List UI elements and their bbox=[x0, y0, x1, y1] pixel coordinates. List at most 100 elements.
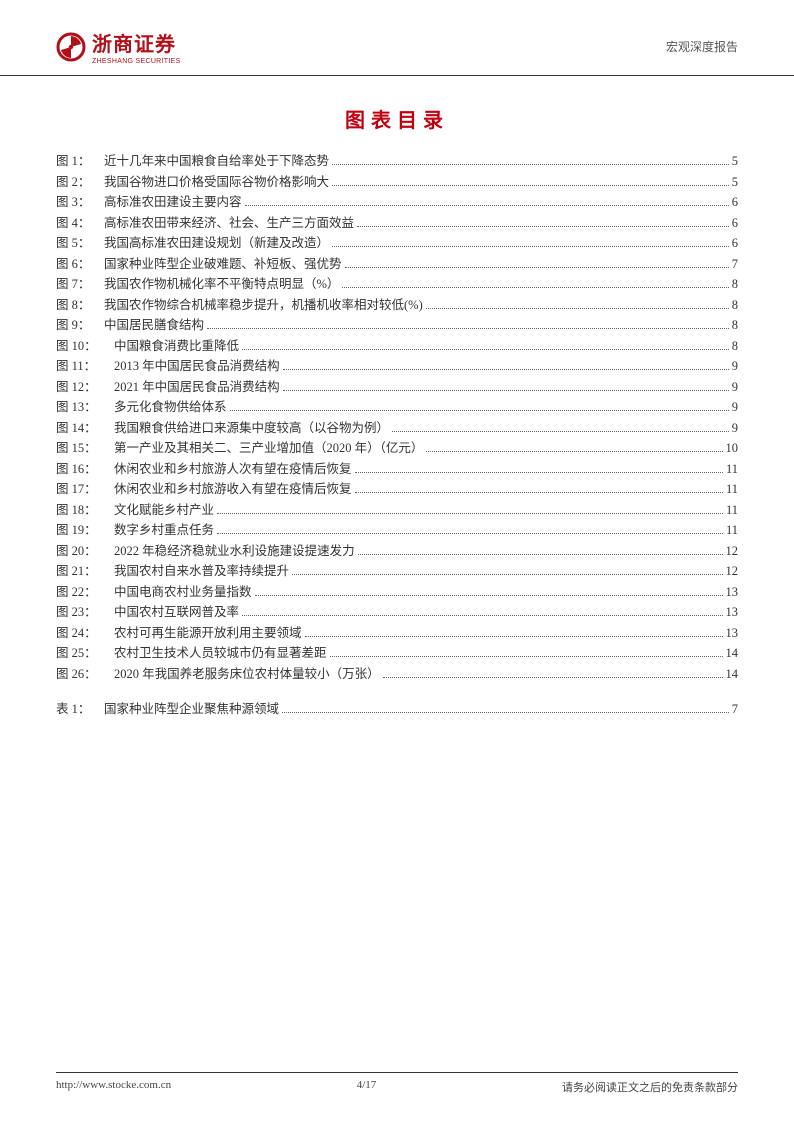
toc-label: 图 4： bbox=[56, 217, 104, 230]
toc-entry: 图 18：文化赋能乡村产业11 bbox=[56, 504, 738, 517]
page-footer: http://www.stocke.com.cn 4/17 请务必阅读正文之后的… bbox=[56, 1072, 738, 1095]
toc-entry: 图 22：中国电商农村业务量指数13 bbox=[56, 586, 738, 599]
toc-page: 9 bbox=[732, 381, 738, 394]
footer-url: http://www.stocke.com.cn bbox=[56, 1079, 171, 1095]
toc-label: 图 22： bbox=[56, 586, 104, 599]
footer-page-number: 4/17 bbox=[357, 1079, 377, 1095]
toc-text: 第一产业及其相关二、三产业增加值（2020 年）（亿元） bbox=[114, 442, 423, 455]
toc-page: 6 bbox=[732, 196, 738, 209]
toc-entry: 图 6：国家种业阵型企业破难题、补短板、强优势7 bbox=[56, 258, 738, 271]
toc-text: 中国电商农村业务量指数 bbox=[114, 586, 252, 599]
toc-leader-dots bbox=[383, 677, 723, 678]
logo-icon bbox=[56, 32, 86, 62]
toc-entry: 图 25：农村卫生技术人员较城市仍有显著差距14 bbox=[56, 647, 738, 660]
toc-page: 11 bbox=[726, 524, 738, 537]
page-header: 浙商证券 ZHESHANG SECURITIES 宏观深度报告 bbox=[0, 0, 794, 76]
toc-entry: 图 10：中国粮食消费比重降低8 bbox=[56, 340, 738, 353]
toc-leader-dots bbox=[332, 164, 729, 165]
toc-page: 6 bbox=[732, 237, 738, 250]
toc-entry: 图 13：多元化食物供给体系9 bbox=[56, 401, 738, 414]
toc-leader-dots bbox=[426, 451, 722, 452]
toc-leader-dots bbox=[207, 328, 729, 329]
toc-title: 图表目录 bbox=[0, 104, 794, 133]
toc-page: 10 bbox=[726, 442, 739, 455]
toc-page: 9 bbox=[732, 422, 738, 435]
toc-page: 12 bbox=[726, 545, 739, 558]
toc-text: 我国农作物机械化率不平衡特点明显（%） bbox=[104, 278, 339, 291]
toc-page: 11 bbox=[726, 463, 738, 476]
toc-label: 图 25： bbox=[56, 647, 104, 660]
toc-label: 图 24： bbox=[56, 627, 104, 640]
toc-label: 图 14： bbox=[56, 422, 104, 435]
toc-leader-dots bbox=[355, 492, 723, 493]
toc-entry: 图 26：2020 年我国养老服务床位农村体量较小（万张）14 bbox=[56, 668, 738, 681]
report-type: 宏观深度报告 bbox=[666, 38, 738, 55]
toc-text: 2013 年中国居民食品消费结构 bbox=[114, 360, 280, 373]
toc-label: 图 19： bbox=[56, 524, 104, 537]
toc-label: 图 17： bbox=[56, 483, 104, 496]
toc-entry: 图 24：农村可再生能源开放利用主要领域13 bbox=[56, 627, 738, 640]
toc-page: 9 bbox=[732, 401, 738, 414]
toc-entry: 图 15： 第一产业及其相关二、三产业增加值（2020 年）（亿元） 10 bbox=[56, 442, 738, 455]
toc-text: 高标准农田建设主要内容 bbox=[104, 196, 242, 209]
toc-page: 7 bbox=[732, 703, 738, 716]
table-list: 表 1：国家种业阵型企业聚焦种源领域 7 bbox=[0, 703, 794, 716]
toc-leader-dots bbox=[342, 287, 728, 288]
toc-label: 图 8： bbox=[56, 299, 104, 312]
toc-leader-dots bbox=[217, 513, 723, 514]
toc-label: 表 1： bbox=[56, 703, 104, 716]
toc-page: 7 bbox=[732, 258, 738, 271]
toc-leader-dots bbox=[217, 533, 723, 534]
toc-leader-dots bbox=[292, 574, 722, 575]
toc-text: 多元化食物供给体系 bbox=[114, 401, 227, 414]
toc-text: 文化赋能乡村产业 bbox=[114, 504, 214, 517]
toc-entry: 图 16：休闲农业和乡村旅游人次有望在疫情后恢复11 bbox=[56, 463, 738, 476]
toc-text: 休闲农业和乡村旅游人次有望在疫情后恢复 bbox=[114, 463, 352, 476]
toc-text: 我国农村自来水普及率持续提升 bbox=[114, 565, 289, 578]
toc-page: 8 bbox=[732, 299, 738, 312]
toc-text: 2022 年稳经济稳就业水利设施建设提速发力 bbox=[114, 545, 355, 558]
toc-leader-dots bbox=[283, 369, 729, 370]
toc-page: 13 bbox=[726, 606, 739, 619]
toc-label: 图 18： bbox=[56, 504, 104, 517]
toc-page: 5 bbox=[732, 155, 738, 168]
toc-text: 中国居民膳食结构 bbox=[104, 319, 204, 332]
toc-page: 8 bbox=[732, 340, 738, 353]
toc-entry: 图 4：高标准农田带来经济、社会、生产三方面效益6 bbox=[56, 217, 738, 230]
toc-entry: 图 3：高标准农田建设主要内容 6 bbox=[56, 196, 738, 209]
figure-list: 图 1：近十几年来中国粮食自给率处于下降态势5图 2：我国谷物进口价格受国际谷物… bbox=[0, 155, 794, 681]
toc-text: 我国粮食供给进口来源集中度较高（以谷物为例） bbox=[114, 422, 389, 435]
toc-text: 高标准农田带来经济、社会、生产三方面效益 bbox=[104, 217, 354, 230]
toc-label: 图 2： bbox=[56, 176, 104, 189]
toc-entry: 图 8：我国农作物综合机械率稳步提升，机播机收率相对较低(%) 8 bbox=[56, 299, 738, 312]
toc-entry: 表 1：国家种业阵型企业聚焦种源领域 7 bbox=[56, 703, 738, 716]
toc-leader-dots bbox=[330, 656, 723, 657]
toc-text: 中国粮食消费比重降低 bbox=[114, 340, 239, 353]
toc-page: 14 bbox=[726, 647, 739, 660]
toc-entry: 图 2：我国谷物进口价格受国际谷物价格影响大5 bbox=[56, 176, 738, 189]
toc-leader-dots bbox=[345, 267, 729, 268]
toc-leader-dots bbox=[283, 390, 729, 391]
brand-name-cn: 浙商证券 bbox=[92, 28, 181, 57]
toc-page: 8 bbox=[732, 319, 738, 332]
toc-label: 图 5： bbox=[56, 237, 104, 250]
toc-label: 图 9： bbox=[56, 319, 104, 332]
toc-leader-dots bbox=[242, 349, 729, 350]
toc-text: 我国农作物综合机械率稳步提升，机播机收率相对较低(%) bbox=[104, 299, 423, 312]
toc-leader-dots bbox=[357, 226, 729, 227]
toc-text: 休闲农业和乡村旅游收入有望在疫情后恢复 bbox=[114, 483, 352, 496]
toc-page: 5 bbox=[732, 176, 738, 189]
brand-logo: 浙商证券 ZHESHANG SECURITIES bbox=[56, 28, 181, 65]
toc-text: 国家种业阵型企业聚焦种源领域 bbox=[104, 703, 279, 716]
toc-label: 图 21： bbox=[56, 565, 104, 578]
toc-leader-dots bbox=[355, 472, 723, 473]
brand-name-en: ZHESHANG SECURITIES bbox=[92, 58, 181, 65]
toc-entry: 图 11：2013 年中国居民食品消费结构9 bbox=[56, 360, 738, 373]
toc-label: 图 3： bbox=[56, 196, 104, 209]
toc-entry: 图 12：2021 年中国居民食品消费结构9 bbox=[56, 381, 738, 394]
toc-label: 图 15： bbox=[56, 442, 104, 455]
toc-page: 9 bbox=[732, 360, 738, 373]
toc-entry: 图 14： 我国粮食供给进口来源集中度较高（以谷物为例） 9 bbox=[56, 422, 738, 435]
toc-text: 中国农村互联网普及率 bbox=[114, 606, 239, 619]
toc-entry: 图 23：中国农村互联网普及率13 bbox=[56, 606, 738, 619]
